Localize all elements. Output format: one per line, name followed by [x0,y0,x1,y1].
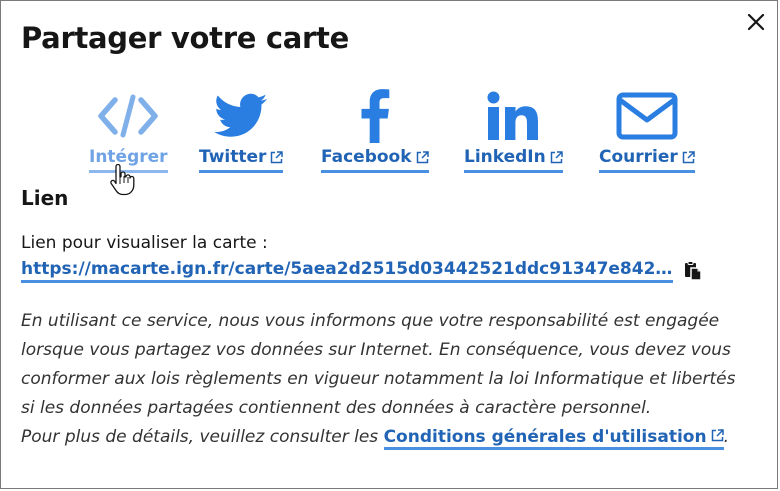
external-link-icon [271,150,284,163]
share-twitter-button[interactable]: Twitter [199,89,284,173]
close-icon[interactable] [745,11,767,33]
mail-icon [600,89,694,143]
link-description: Lien pour visualiser la carte : [21,233,268,253]
share-facebook-label: Facebook [321,147,429,173]
terms-link[interactable]: Conditions générales d'utilisation [383,427,724,450]
disclaimer-line: En utilisant ce service, nous vous infor… [21,311,720,331]
details-suffix: . [723,427,729,447]
url-row: https://macarte.ign.fr/carte/5aea2d2515d… [21,259,703,283]
share-linkedin-button[interactable]: LinkedIn [464,89,563,173]
share-linkedin-label: LinkedIn [464,147,563,173]
share-mail-button[interactable]: Courrier [599,89,695,173]
dialog-title: Partager votre carte [21,21,349,55]
code-icon [97,89,159,143]
twitter-icon [214,89,268,143]
disclaimer: En utilisant ce service, nous vous infor… [21,307,766,452]
share-mail-label: Courrier [599,147,695,173]
disclaimer-line: conformer aux lois règlements en vigueur… [21,369,736,389]
external-link-icon [550,150,563,163]
map-url-link[interactable]: https://macarte.ign.fr/carte/5aea2d2515d… [21,259,673,283]
disclaimer-details: Pour plus de détails, veuillez consulter… [21,423,766,452]
share-facebook-button[interactable]: Facebook [321,89,429,173]
share-twitter-label: Twitter [199,147,284,173]
copy-icon[interactable] [683,261,703,281]
share-embed-button[interactable]: Intégrer [89,89,168,173]
disclaimer-line: lorsque vous partagez vos données sur In… [21,340,731,360]
hand-pointer-icon [110,164,135,196]
external-link-icon [682,150,695,163]
share-dialog: Partager votre carte Intégrer Twitter Fa… [0,0,778,489]
facebook-icon [323,89,427,143]
linkedin-icon [465,89,561,143]
external-link-icon [416,150,429,163]
link-section-title: Lien [21,186,69,210]
external-link-icon [711,429,724,442]
details-prefix: Pour plus de détails, veuillez consulter… [21,427,384,447]
disclaimer-line: si les données partagées contiennent des… [21,398,652,418]
